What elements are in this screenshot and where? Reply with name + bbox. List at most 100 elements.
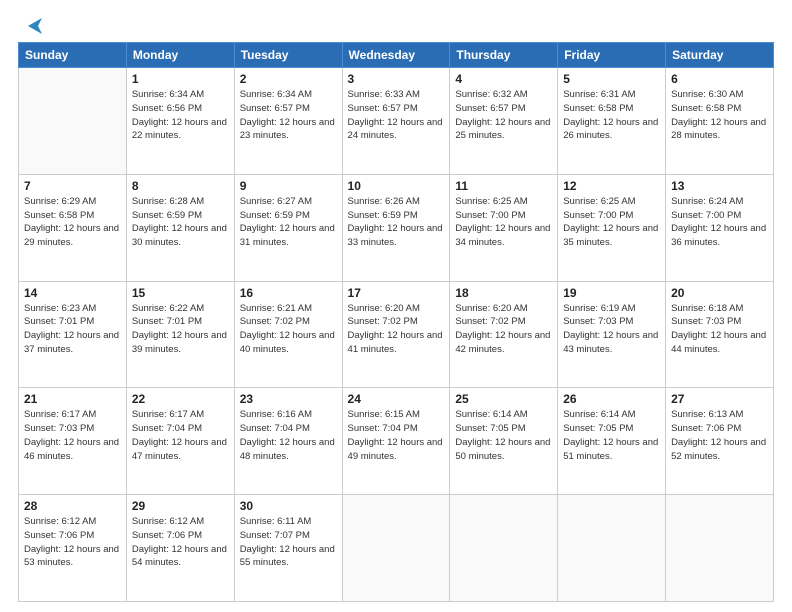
day-info: Sunrise: 6:15 AM Sunset: 7:04 PM Dayligh… (348, 408, 445, 463)
day-number: 8 (132, 179, 229, 193)
calendar-cell: 29Sunrise: 6:12 AM Sunset: 7:06 PM Dayli… (126, 495, 234, 602)
day-number: 21 (24, 392, 121, 406)
day-number: 9 (240, 179, 337, 193)
day-number: 5 (563, 72, 660, 86)
day-info: Sunrise: 6:31 AM Sunset: 6:58 PM Dayligh… (563, 88, 660, 143)
calendar-week-row: 14 Sunrise: 6:23 AM Sunset: 7:01 PM Dayli… (19, 281, 774, 388)
calendar-cell: 9 Sunrise: 6:27 AM Sunset: 6:59 PM Daylig… (234, 174, 342, 281)
day-info: Sunrise: 6:17 AM Sunset: 7:03 PM Dayligh… (24, 408, 121, 463)
day-number: 2 (240, 72, 337, 86)
calendar-cell: 11 Sunrise: 6:25 AM Sunset: 7:00 PM Dayli… (450, 174, 558, 281)
calendar-cell: 19 Sunrise: 6:19 AM Sunset: 7:03 PM Dayli… (558, 281, 666, 388)
calendar-cell (666, 495, 774, 602)
calendar-cell: 17 Sunrise: 6:20 AM Sunset: 7:02 PM Dayli… (342, 281, 450, 388)
day-info: Sunrise: 6:28 AM Sunset: 6:59 PM Dayligh… (132, 195, 229, 250)
day-number: 25 (455, 392, 552, 406)
day-number: 18 (455, 286, 552, 300)
weekday-header-wednesday: Wednesday (342, 43, 450, 68)
day-number: 17 (348, 286, 445, 300)
day-number: 20 (671, 286, 768, 300)
calendar-cell: 27 Sunrise: 6:13 AM Sunset: 7:06 PM Dayli… (666, 388, 774, 495)
calendar-cell (558, 495, 666, 602)
day-info: Sunrise: 6:13 AM Sunset: 7:06 PM Dayligh… (671, 408, 768, 463)
day-info: Sunrise: 6:25 AM Sunset: 7:00 PM Dayligh… (455, 195, 552, 250)
day-number: 26 (563, 392, 660, 406)
calendar-cell: 1 Sunrise: 6:34 AM Sunset: 6:56 PM Daylig… (126, 68, 234, 175)
calendar-week-row: 21 Sunrise: 6:17 AM Sunset: 7:03 PM Dayli… (19, 388, 774, 495)
day-info: Sunrise: 6:27 AM Sunset: 6:59 PM Dayligh… (240, 195, 337, 250)
calendar-cell (342, 495, 450, 602)
day-number: 11 (455, 179, 552, 193)
day-number: 12 (563, 179, 660, 193)
calendar-cell: 26 Sunrise: 6:14 AM Sunset: 7:05 PM Dayli… (558, 388, 666, 495)
calendar-cell: 3Sunrise: 6:33 AM Sunset: 6:57 PM Daylig… (342, 68, 450, 175)
day-info: Sunrise: 6:29 AM Sunset: 6:58 PM Dayligh… (24, 195, 121, 250)
weekday-header-friday: Friday (558, 43, 666, 68)
day-number: 13 (671, 179, 768, 193)
day-info: Sunrise: 6:12 AM Sunset: 7:06 PM Dayligh… (132, 515, 229, 570)
weekday-header-tuesday: Tuesday (234, 43, 342, 68)
calendar-week-row: 1 Sunrise: 6:34 AM Sunset: 6:56 PM Daylig… (19, 68, 774, 175)
calendar-cell: 12 Sunrise: 6:25 AM Sunset: 7:00 PM Dayli… (558, 174, 666, 281)
day-info: Sunrise: 6:11 AM Sunset: 7:07 PM Dayligh… (240, 515, 337, 570)
day-number: 4 (455, 72, 552, 86)
day-info: Sunrise: 6:20 AM Sunset: 7:02 PM Dayligh… (348, 302, 445, 357)
calendar-week-row: 28 Sunrise: 6:12 AM Sunset: 7:06 PM Dayli… (19, 495, 774, 602)
calendar-cell: 20 Sunrise: 6:18 AM Sunset: 7:03 PM Dayli… (666, 281, 774, 388)
calendar-cell: 10 Sunrise: 6:26 AM Sunset: 6:59 PM Dayli… (342, 174, 450, 281)
day-number: 24 (348, 392, 445, 406)
logo (18, 18, 42, 34)
weekday-header-thursday: Thursday (450, 43, 558, 68)
calendar-cell: 22 Sunrise: 6:17 AM Sunset: 7:04 PM Dayli… (126, 388, 234, 495)
calendar-cell: 30 Sunrise: 6:11 AM Sunset: 7:07 PM Dayli… (234, 495, 342, 602)
logo-bird-icon (20, 18, 42, 34)
day-number: 1 (132, 72, 229, 86)
day-info: Sunrise: 6:17 AM Sunset: 7:04 PM Dayligh… (132, 408, 229, 463)
calendar-cell: 2Sunrise: 6:34 AM Sunset: 6:57 PM Daylig… (234, 68, 342, 175)
day-number: 22 (132, 392, 229, 406)
calendar-cell: 4Sunrise: 6:32 AM Sunset: 6:57 PM Daylig… (450, 68, 558, 175)
day-info: Sunrise: 6:30 AM Sunset: 6:58 PM Dayligh… (671, 88, 768, 143)
day-number: 7 (24, 179, 121, 193)
calendar-cell (19, 68, 127, 175)
day-info: Sunrise: 6:25 AM Sunset: 7:00 PM Dayligh… (563, 195, 660, 250)
weekday-header-sunday: Sunday (19, 43, 127, 68)
day-info: Sunrise: 6:19 AM Sunset: 7:03 PM Dayligh… (563, 302, 660, 357)
day-info: Sunrise: 6:14 AM Sunset: 7:05 PM Dayligh… (455, 408, 552, 463)
day-info: Sunrise: 6:22 AM Sunset: 7:01 PM Dayligh… (132, 302, 229, 357)
day-number: 28 (24, 499, 121, 513)
calendar-cell: 25 Sunrise: 6:14 AM Sunset: 7:05 PM Dayli… (450, 388, 558, 495)
day-info: Sunrise: 6:12 AM Sunset: 7:06 PM Dayligh… (24, 515, 121, 570)
day-info: Sunrise: 6:34 AM Sunset: 6:56 PM Dayligh… (132, 88, 229, 143)
day-info: Sunrise: 6:33 AM Sunset: 6:57 PM Dayligh… (348, 88, 445, 143)
calendar-cell: 6 Sunrise: 6:30 AM Sunset: 6:58 PM Daylig… (666, 68, 774, 175)
day-info: Sunrise: 6:26 AM Sunset: 6:59 PM Dayligh… (348, 195, 445, 250)
page: SundayMondayTuesdayWednesdayThursdayFrid… (0, 0, 792, 612)
day-info: Sunrise: 6:20 AM Sunset: 7:02 PM Dayligh… (455, 302, 552, 357)
day-info: Sunrise: 6:23 AM Sunset: 7:01 PM Dayligh… (24, 302, 121, 357)
day-number: 6 (671, 72, 768, 86)
calendar-cell: 15 Sunrise: 6:22 AM Sunset: 7:01 PM Dayli… (126, 281, 234, 388)
day-info: Sunrise: 6:14 AM Sunset: 7:05 PM Dayligh… (563, 408, 660, 463)
day-info: Sunrise: 6:24 AM Sunset: 7:00 PM Dayligh… (671, 195, 768, 250)
weekday-header-saturday: Saturday (666, 43, 774, 68)
calendar-table: SundayMondayTuesdayWednesdayThursdayFrid… (18, 42, 774, 602)
calendar-cell: 13 Sunrise: 6:24 AM Sunset: 7:00 PM Dayli… (666, 174, 774, 281)
header (18, 18, 774, 34)
day-info: Sunrise: 6:18 AM Sunset: 7:03 PM Dayligh… (671, 302, 768, 357)
day-number: 10 (348, 179, 445, 193)
day-number: 23 (240, 392, 337, 406)
day-number: 30 (240, 499, 337, 513)
calendar-cell: 14 Sunrise: 6:23 AM Sunset: 7:01 PM Dayli… (19, 281, 127, 388)
calendar-cell: 8 Sunrise: 6:28 AM Sunset: 6:59 PM Daylig… (126, 174, 234, 281)
calendar-cell: 21 Sunrise: 6:17 AM Sunset: 7:03 PM Dayli… (19, 388, 127, 495)
calendar-cell: 24 Sunrise: 6:15 AM Sunset: 7:04 PM Dayli… (342, 388, 450, 495)
calendar-cell (450, 495, 558, 602)
day-number: 14 (24, 286, 121, 300)
calendar-cell: 5 Sunrise: 6:31 AM Sunset: 6:58 PM Daylig… (558, 68, 666, 175)
day-number: 15 (132, 286, 229, 300)
day-number: 19 (563, 286, 660, 300)
calendar-cell: 18 Sunrise: 6:20 AM Sunset: 7:02 PM Dayli… (450, 281, 558, 388)
day-number: 27 (671, 392, 768, 406)
weekday-header-monday: Monday (126, 43, 234, 68)
